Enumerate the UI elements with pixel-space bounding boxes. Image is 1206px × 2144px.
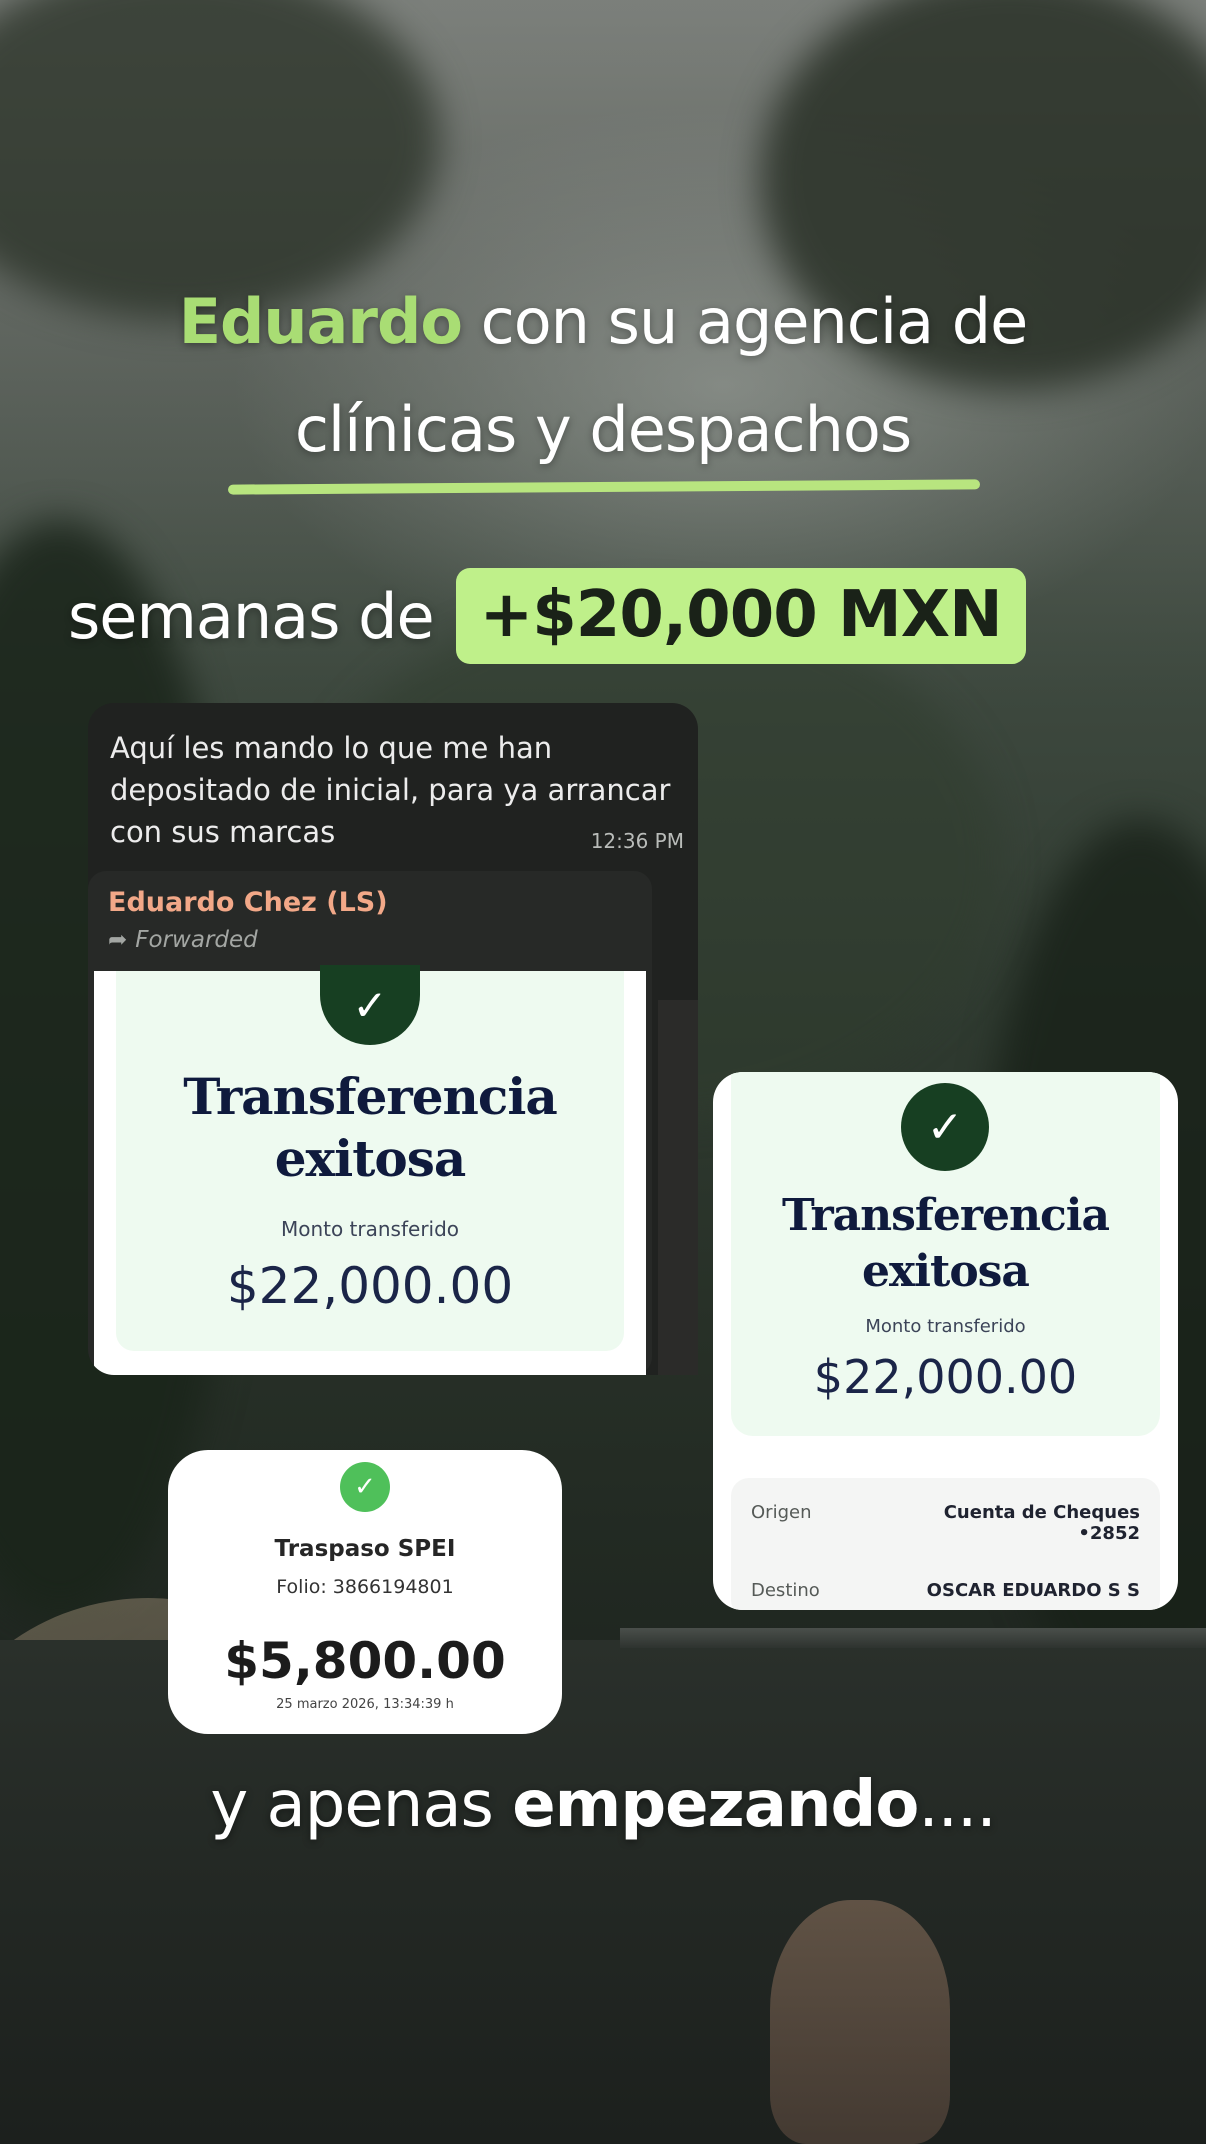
spei-title: Traspaso SPEI — [274, 1536, 456, 1562]
transfer-title-line-1: Transferencia — [183, 1067, 557, 1126]
forwarded-sender-name: Eduardo Chez (LS) — [108, 887, 388, 918]
footer-bold-word: empezando — [512, 1768, 919, 1842]
transfer-receipt-image[interactable]: ✓ Transferencia exitosa Monto transferid… — [94, 965, 646, 1375]
forward-arrow-icon: ➦ — [108, 927, 128, 953]
destination-label: Destino — [751, 1580, 820, 1601]
check-icon: ✓ — [340, 1462, 390, 1512]
check-icon: ✓ — [901, 1083, 989, 1171]
headline-highlight-name: Eduardo — [178, 285, 463, 358]
origin-label: Origen — [751, 1502, 812, 1523]
forwarded-text: Forwarded — [135, 927, 258, 953]
chat-side-strip — [658, 1000, 698, 1375]
transfer-details: Origen Cuenta de Cheques •2852 Destino O… — [731, 1478, 1160, 1610]
transfer-card-right-amount: $22,000.00 — [813, 1350, 1078, 1404]
person-in-pool — [770, 1900, 950, 2144]
destination-value: OSCAR EDUARDO S S — [926, 1580, 1140, 1601]
headline-line-3: semanas de +$20,000 MXN — [68, 568, 1026, 664]
forwarded-label: ➦ Forwarded — [108, 927, 258, 953]
transfer-title-line-2: exitosa — [274, 1129, 467, 1188]
transfer-subtitle: Monto transferido — [280, 1217, 460, 1241]
transfer-card-right-title-1: Transferencia — [781, 1190, 1110, 1241]
chat-bubble: Aquí les mando lo que me han depositado … — [88, 703, 698, 1375]
check-icon: ✓ — [320, 965, 420, 1045]
origin-account-number: •2852 — [1078, 1523, 1140, 1544]
story-background: Eduardo con su agencia de clínicas y des… — [0, 0, 1206, 2144]
headline-line-3-prefix: semanas de — [68, 579, 435, 653]
headline-line-2: clínicas y despachos — [294, 393, 912, 466]
chat-message-time: 12:36 PM — [590, 829, 684, 853]
transfer-amount: $22,000.00 — [226, 1257, 514, 1315]
forwarded-message: Eduardo Chez (LS) ➦ Forwarded ✓ Transfere… — [88, 871, 652, 1375]
spei-receipt-card: ✓ Traspaso SPEI Folio: 3866194801 $5,800… — [168, 1450, 562, 1734]
headline-line-1: Eduardo con su agencia de — [0, 285, 1206, 358]
origin-value: Cuenta de Cheques •2852 — [944, 1502, 1140, 1544]
pool-edge — [620, 1628, 1206, 1648]
footer-caption: y apenas empezando.... — [0, 1768, 1206, 1842]
spei-date: 25 marzo 2026, 13:34:39 h — [276, 1697, 454, 1712]
transfer-receipt-panel: ✓ Transferencia exitosa Monto transferid… — [116, 965, 624, 1351]
footer-suffix: .... — [918, 1768, 996, 1842]
spei-amount: $5,800.00 — [224, 1632, 506, 1690]
transfer-card-right-title-2: exitosa — [862, 1246, 1030, 1297]
footer-prefix: y apenas — [210, 1768, 513, 1842]
transfer-card-right-panel: ✓ Transferencia exitosa Monto transferid… — [731, 1072, 1160, 1436]
origin-account: Cuenta de Cheques — [943, 1502, 1140, 1523]
spei-folio: Folio: 3866194801 — [276, 1576, 454, 1598]
headline-line-1-rest: con su agencia de — [461, 285, 1029, 358]
transfer-card-right-subtitle: Monto transferido — [865, 1316, 1026, 1337]
transfer-card-right: ✓ Transferencia exitosa Monto transferid… — [713, 1072, 1178, 1610]
amount-pill: +$20,000 MXN — [455, 568, 1026, 664]
